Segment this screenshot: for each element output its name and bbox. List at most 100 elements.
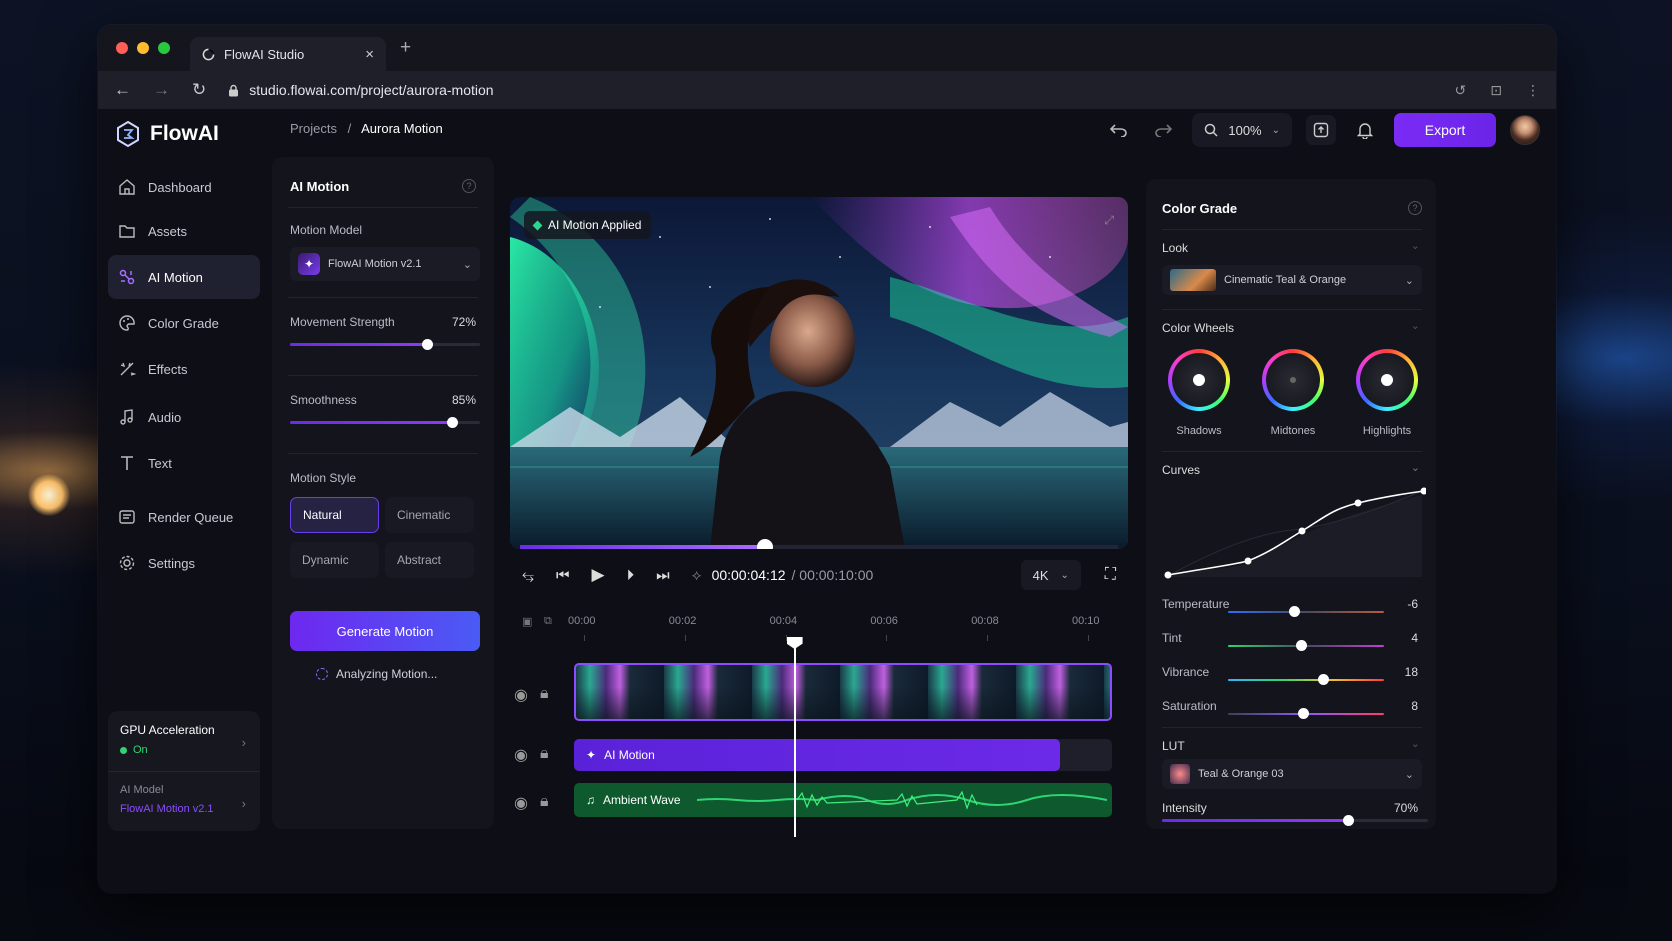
timeline-tool-icon[interactable]: ▣: [522, 615, 532, 628]
minimize-window-button[interactable]: [137, 42, 149, 54]
help-icon[interactable]: ?: [1408, 201, 1422, 215]
slider-handle[interactable]: [1296, 640, 1308, 651]
lock-icon[interactable]: 🔒︎: [540, 685, 549, 705]
lut-select[interactable]: Teal & Orange 03 ⌄: [1162, 759, 1422, 789]
sparkle-icon: ✦: [586, 748, 597, 762]
movement-strength-value: 72%: [451, 315, 476, 329]
sidebar-item-ai-motion[interactable]: AI Motion: [108, 255, 260, 299]
midtones-wheel[interactable]: [1262, 349, 1324, 411]
time-ruler-tick: 00:08: [971, 615, 999, 627]
eye-icon[interactable]: ◉: [514, 793, 528, 813]
chevron-down-icon[interactable]: ⌄: [1411, 737, 1420, 750]
back-icon[interactable]: ←: [114, 80, 131, 100]
slider-handle[interactable]: [1288, 606, 1300, 617]
slider-handle[interactable]: [421, 339, 433, 350]
style-dynamic-button[interactable]: Dynamic: [290, 542, 379, 578]
slider-handle[interactable]: [446, 417, 458, 428]
sidebar-item-dashboard[interactable]: Dashboard: [108, 165, 260, 209]
divider: [288, 453, 478, 454]
video-preview[interactable]: AI Motion Applied ⤢: [510, 197, 1128, 549]
undo-button[interactable]: [1104, 115, 1134, 145]
video-clip[interactable]: [574, 663, 1112, 721]
reload-icon[interactable]: ↻: [192, 80, 206, 100]
eye-icon[interactable]: ◉: [514, 685, 528, 705]
gpu-acceleration-item[interactable]: GPU Acceleration On ›: [108, 711, 260, 771]
playback-progress-bar[interactable]: [520, 539, 1118, 549]
lock-icon[interactable]: 🔒︎: [540, 793, 549, 813]
play-icon[interactable]: ▶: [592, 565, 605, 585]
eye-icon[interactable]: ◉: [514, 745, 528, 765]
progress-handle[interactable]: [757, 539, 774, 549]
url-field[interactable]: studio.flowai.com/project/aurora-motion: [228, 82, 494, 98]
close-tab-icon[interactable]: ×: [365, 46, 374, 63]
chevron-down-icon[interactable]: ⌄: [1411, 319, 1420, 332]
skip-end-icon[interactable]: ⏭: [656, 567, 670, 584]
slider-handle[interactable]: [1343, 815, 1355, 826]
chevron-down-icon[interactable]: ⌄: [1411, 461, 1420, 474]
breadcrumb-projects[interactable]: Projects: [290, 121, 337, 136]
ambient-wave-clip[interactable]: ♫ Ambient Wave: [574, 783, 1112, 817]
volume-icon[interactable]: ⟡: [692, 567, 702, 584]
style-cinematic-button[interactable]: Cinematic: [385, 497, 474, 533]
zoom-dropdown[interactable]: 100% ⌄: [1192, 113, 1292, 147]
text-icon: [121, 456, 133, 470]
export-button[interactable]: Export: [1394, 113, 1496, 147]
sidebar-item-text[interactable]: Text: [108, 441, 260, 485]
wheel-handle[interactable]: [1193, 374, 1205, 386]
browser-tab[interactable]: FlowAI Studio ×: [190, 37, 386, 71]
style-natural-button[interactable]: Natural: [290, 497, 379, 533]
ai-motion-clip[interactable]: ✦ AI Motion: [574, 739, 1060, 771]
generate-motion-button[interactable]: Generate Motion: [290, 611, 480, 651]
sidebar-item-label: AI Motion: [148, 269, 203, 285]
style-abstract-button[interactable]: Abstract: [385, 542, 474, 578]
intensity-slider[interactable]: [1162, 815, 1428, 826]
sidebar-item-color-grade[interactable]: Color Grade: [108, 301, 260, 345]
sidebar-item-settings[interactable]: Settings: [108, 541, 260, 585]
slider-handle[interactable]: [1318, 674, 1330, 685]
forward-icon[interactable]: →: [153, 80, 170, 100]
redo-button[interactable]: [1148, 115, 1178, 145]
smoothness-slider[interactable]: [290, 417, 480, 428]
saturation-slider[interactable]: [1228, 708, 1384, 719]
curves-editor[interactable]: [1162, 485, 1426, 581]
shadows-wheel[interactable]: [1168, 349, 1230, 411]
user-avatar[interactable]: [1510, 115, 1540, 145]
movement-strength-slider[interactable]: [290, 339, 480, 350]
history-icon[interactable]: ↺: [1455, 82, 1467, 99]
notifications-button[interactable]: [1350, 115, 1380, 145]
ai-model-item[interactable]: AI Model FlowAI Motion v2.1 ›: [108, 771, 260, 831]
browser-menu-icon[interactable]: ⋮: [1526, 82, 1540, 99]
ai-motion-panel: AI Motion ? Motion Model ✦ FlowAI Motion…: [272, 157, 494, 829]
sidebar-item-assets[interactable]: Assets: [108, 209, 260, 253]
maximize-window-button[interactable]: [158, 42, 170, 54]
slider-handle[interactable]: [1297, 708, 1309, 719]
motion-model-select[interactable]: ✦ FlowAI Motion v2.1 ⌄: [290, 247, 480, 281]
temperature-slider[interactable]: [1228, 606, 1384, 617]
timeline-playhead[interactable]: [786, 637, 803, 837]
playhead-handle-icon[interactable]: [786, 637, 803, 649]
vibrance-slider[interactable]: [1228, 674, 1384, 685]
expand-icon[interactable]: ⤢: [1104, 213, 1114, 228]
chevron-down-icon[interactable]: ⌄: [1411, 239, 1420, 252]
sidebar-item-effects[interactable]: Effects: [108, 347, 260, 391]
timeline-snap-icon[interactable]: ⧉: [544, 615, 552, 628]
tint-slider[interactable]: [1228, 640, 1384, 651]
extension-icon[interactable]: ⊡: [1490, 82, 1502, 99]
share-button[interactable]: [1306, 115, 1336, 145]
sidebar-item-render-queue[interactable]: Render Queue: [108, 495, 260, 539]
look-select[interactable]: Cinematic Teal & Orange ⌄: [1162, 265, 1422, 295]
close-window-button[interactable]: [116, 42, 128, 54]
loop-icon[interactable]: ⥃: [522, 567, 534, 584]
step-forward-icon[interactable]: ⏵: [627, 567, 635, 584]
help-icon[interactable]: ?: [462, 179, 476, 193]
highlights-wheel[interactable]: [1356, 349, 1418, 411]
app-logo[interactable]: FlowAI: [116, 121, 219, 147]
fullscreen-icon[interactable]: ⛶: [1105, 566, 1116, 584]
resolution-dropdown[interactable]: 4K ⌄: [1020, 560, 1081, 590]
wheel-handle[interactable]: [1381, 374, 1393, 386]
wheel-handle[interactable]: [1290, 377, 1296, 383]
new-tab-icon[interactable]: +: [400, 37, 411, 59]
lock-icon[interactable]: 🔒︎: [540, 745, 549, 765]
skip-back-icon[interactable]: ⏮: [556, 567, 570, 584]
sidebar-item-audio[interactable]: Audio: [108, 395, 260, 439]
